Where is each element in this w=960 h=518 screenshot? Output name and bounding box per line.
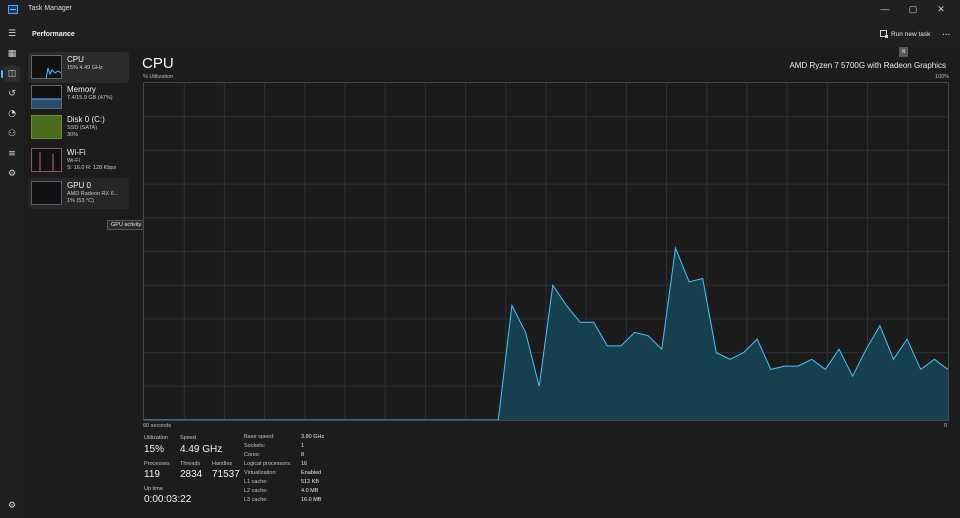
processes-value: 119 (144, 469, 160, 480)
performance-icon[interactable]: ◫ (1, 66, 20, 82)
spec-value: 1 (301, 443, 305, 449)
sidebar-item-title: GPU 0 (67, 181, 92, 190)
utilization-value: 15% (144, 444, 165, 455)
sidebar-item-title: Memory (67, 85, 96, 94)
sidebar-item-subtitle: SSD (SATA) (67, 125, 98, 131)
app-history-icon[interactable]: ↺ (4, 86, 20, 102)
task-manager-icon (8, 5, 18, 14)
handles-value: 71537 (212, 469, 240, 480)
maximize-button[interactable]: ▢ (902, 0, 924, 20)
threads-label: Threads (180, 461, 201, 467)
hamburger-menu-icon[interactable]: ☰ (4, 26, 20, 42)
threads-value: 2834 (180, 469, 203, 480)
memory-thumbnail-graph (31, 85, 62, 109)
sidebar-item-subtitle: 7.4/15.9 GB (47%) (67, 95, 113, 101)
page-title: Performance (32, 31, 75, 38)
spec-label: L2 cache: (244, 488, 268, 494)
handles-label: Handles (212, 461, 233, 467)
sidebar-item-title: Wi-Fi (67, 148, 86, 157)
cpu-thumbnail-graph (31, 55, 62, 79)
y-axis-max-label: 100% (935, 74, 950, 80)
spec-label: Cores: (244, 452, 261, 458)
run-task-icon (880, 30, 888, 38)
close-button[interactable]: ✕ (930, 0, 952, 20)
sidebar-item-gpu[interactable]: GPU 0 AMD Radeon RX 6... 1% (53 °C) (28, 178, 129, 209)
speed-label: Speed (180, 435, 196, 441)
more-options-button[interactable]: ... (942, 27, 950, 38)
spec-label: Logical processors: (244, 461, 292, 467)
gpu-activity-tooltip: GPU activity (107, 220, 146, 230)
uptime-label: Up time (144, 486, 163, 492)
sidebar-item-title: Disk 0 (C:) (67, 115, 105, 124)
sidebar-item-detail: 1% (53 °C) (67, 198, 94, 204)
sidebar-item-wifi[interactable]: Wi-Fi Wi-Fi S: 16.0 R: 128 Kbps (28, 145, 129, 176)
main-title: CPU (142, 55, 174, 72)
sidebar-item-detail: 30% (67, 132, 79, 138)
gpu-thumbnail-graph (31, 181, 62, 205)
spec-value: 16 (301, 461, 308, 467)
wifi-thumbnail-graph (31, 148, 62, 172)
spec-label: Virtualization: (244, 470, 277, 476)
spec-label: Base speed: (244, 434, 275, 440)
cpu-model-name: AMD Ryzen 7 5700G with Radeon Graphics (789, 61, 946, 70)
x-axis-right-label: 0 (944, 423, 948, 429)
spec-value: 16.0 MB (301, 497, 322, 503)
cpu-graph-svg (144, 83, 948, 420)
y-axis-label: % Utilization (143, 74, 174, 80)
run-new-task-label: Run new task (891, 31, 931, 38)
spec-value: 3.80 GHz (301, 434, 325, 440)
settings-gear-icon[interactable]: ⚙ (4, 498, 20, 514)
processes-label: Processes (144, 461, 170, 467)
minimize-button[interactable]: — (874, 0, 896, 20)
sidebar-item-subtitle: 15% 4.49 GHz (67, 65, 103, 71)
sidebar-item-detail: S: 16.0 R: 128 Kbps (67, 165, 117, 171)
speed-value: 4.49 GHz (180, 444, 223, 455)
users-icon[interactable]: ⚇ (4, 126, 20, 142)
nav-rail: ☰ ▦ ◫ ↺ ◔ ⚇ ≡ ⚙ ⚙ (0, 20, 24, 518)
services-icon[interactable]: ⚙ (4, 166, 20, 182)
spec-value: 512 KB (301, 479, 320, 485)
spec-label: L1 cache: (244, 479, 268, 485)
spec-value: Enabled (301, 470, 322, 476)
sidebar-item-cpu[interactable]: CPU 15% 4.49 GHz (28, 52, 129, 83)
disk-thumbnail-graph (31, 115, 62, 139)
spec-value: 4.0 MB (301, 488, 319, 494)
header-bar: Performance Run new task ... (24, 20, 960, 48)
spec-label: Sockets: (244, 443, 266, 449)
processes-icon[interactable]: ▦ (4, 46, 20, 62)
sidebar-item-memory[interactable]: Memory 7.4/15.9 GB (47%) (28, 82, 129, 113)
spec-value: 8 (301, 452, 305, 458)
sidebar-item-subtitle: AMD Radeon RX 6... (67, 191, 119, 197)
startup-apps-icon[interactable]: ◔ (4, 106, 20, 122)
title-bar: Task Manager — ▢ ✕ (0, 0, 960, 20)
resource-list: CPU 15% 4.49 GHz Memory 7.4/15.9 GB (47%… (24, 48, 132, 518)
spec-label: L3 cache: (244, 497, 268, 503)
run-new-task-button[interactable]: Run new task (880, 30, 930, 38)
utilization-label: Utilization (144, 435, 168, 441)
cursor-indicator: N (899, 47, 908, 57)
details-icon[interactable]: ≡ (4, 146, 20, 162)
sidebar-item-disk[interactable]: Disk 0 (C:) SSD (SATA) 30% (28, 112, 129, 143)
app-title: Task Manager (28, 5, 72, 12)
sidebar-item-title: CPU (67, 55, 84, 64)
sidebar-item-subtitle: Wi-Fi (67, 158, 80, 164)
cpu-utilization-graph (143, 82, 949, 421)
uptime-value: 0:00:03:22 (144, 494, 192, 505)
x-axis-left-label: 60 seconds (143, 423, 172, 429)
